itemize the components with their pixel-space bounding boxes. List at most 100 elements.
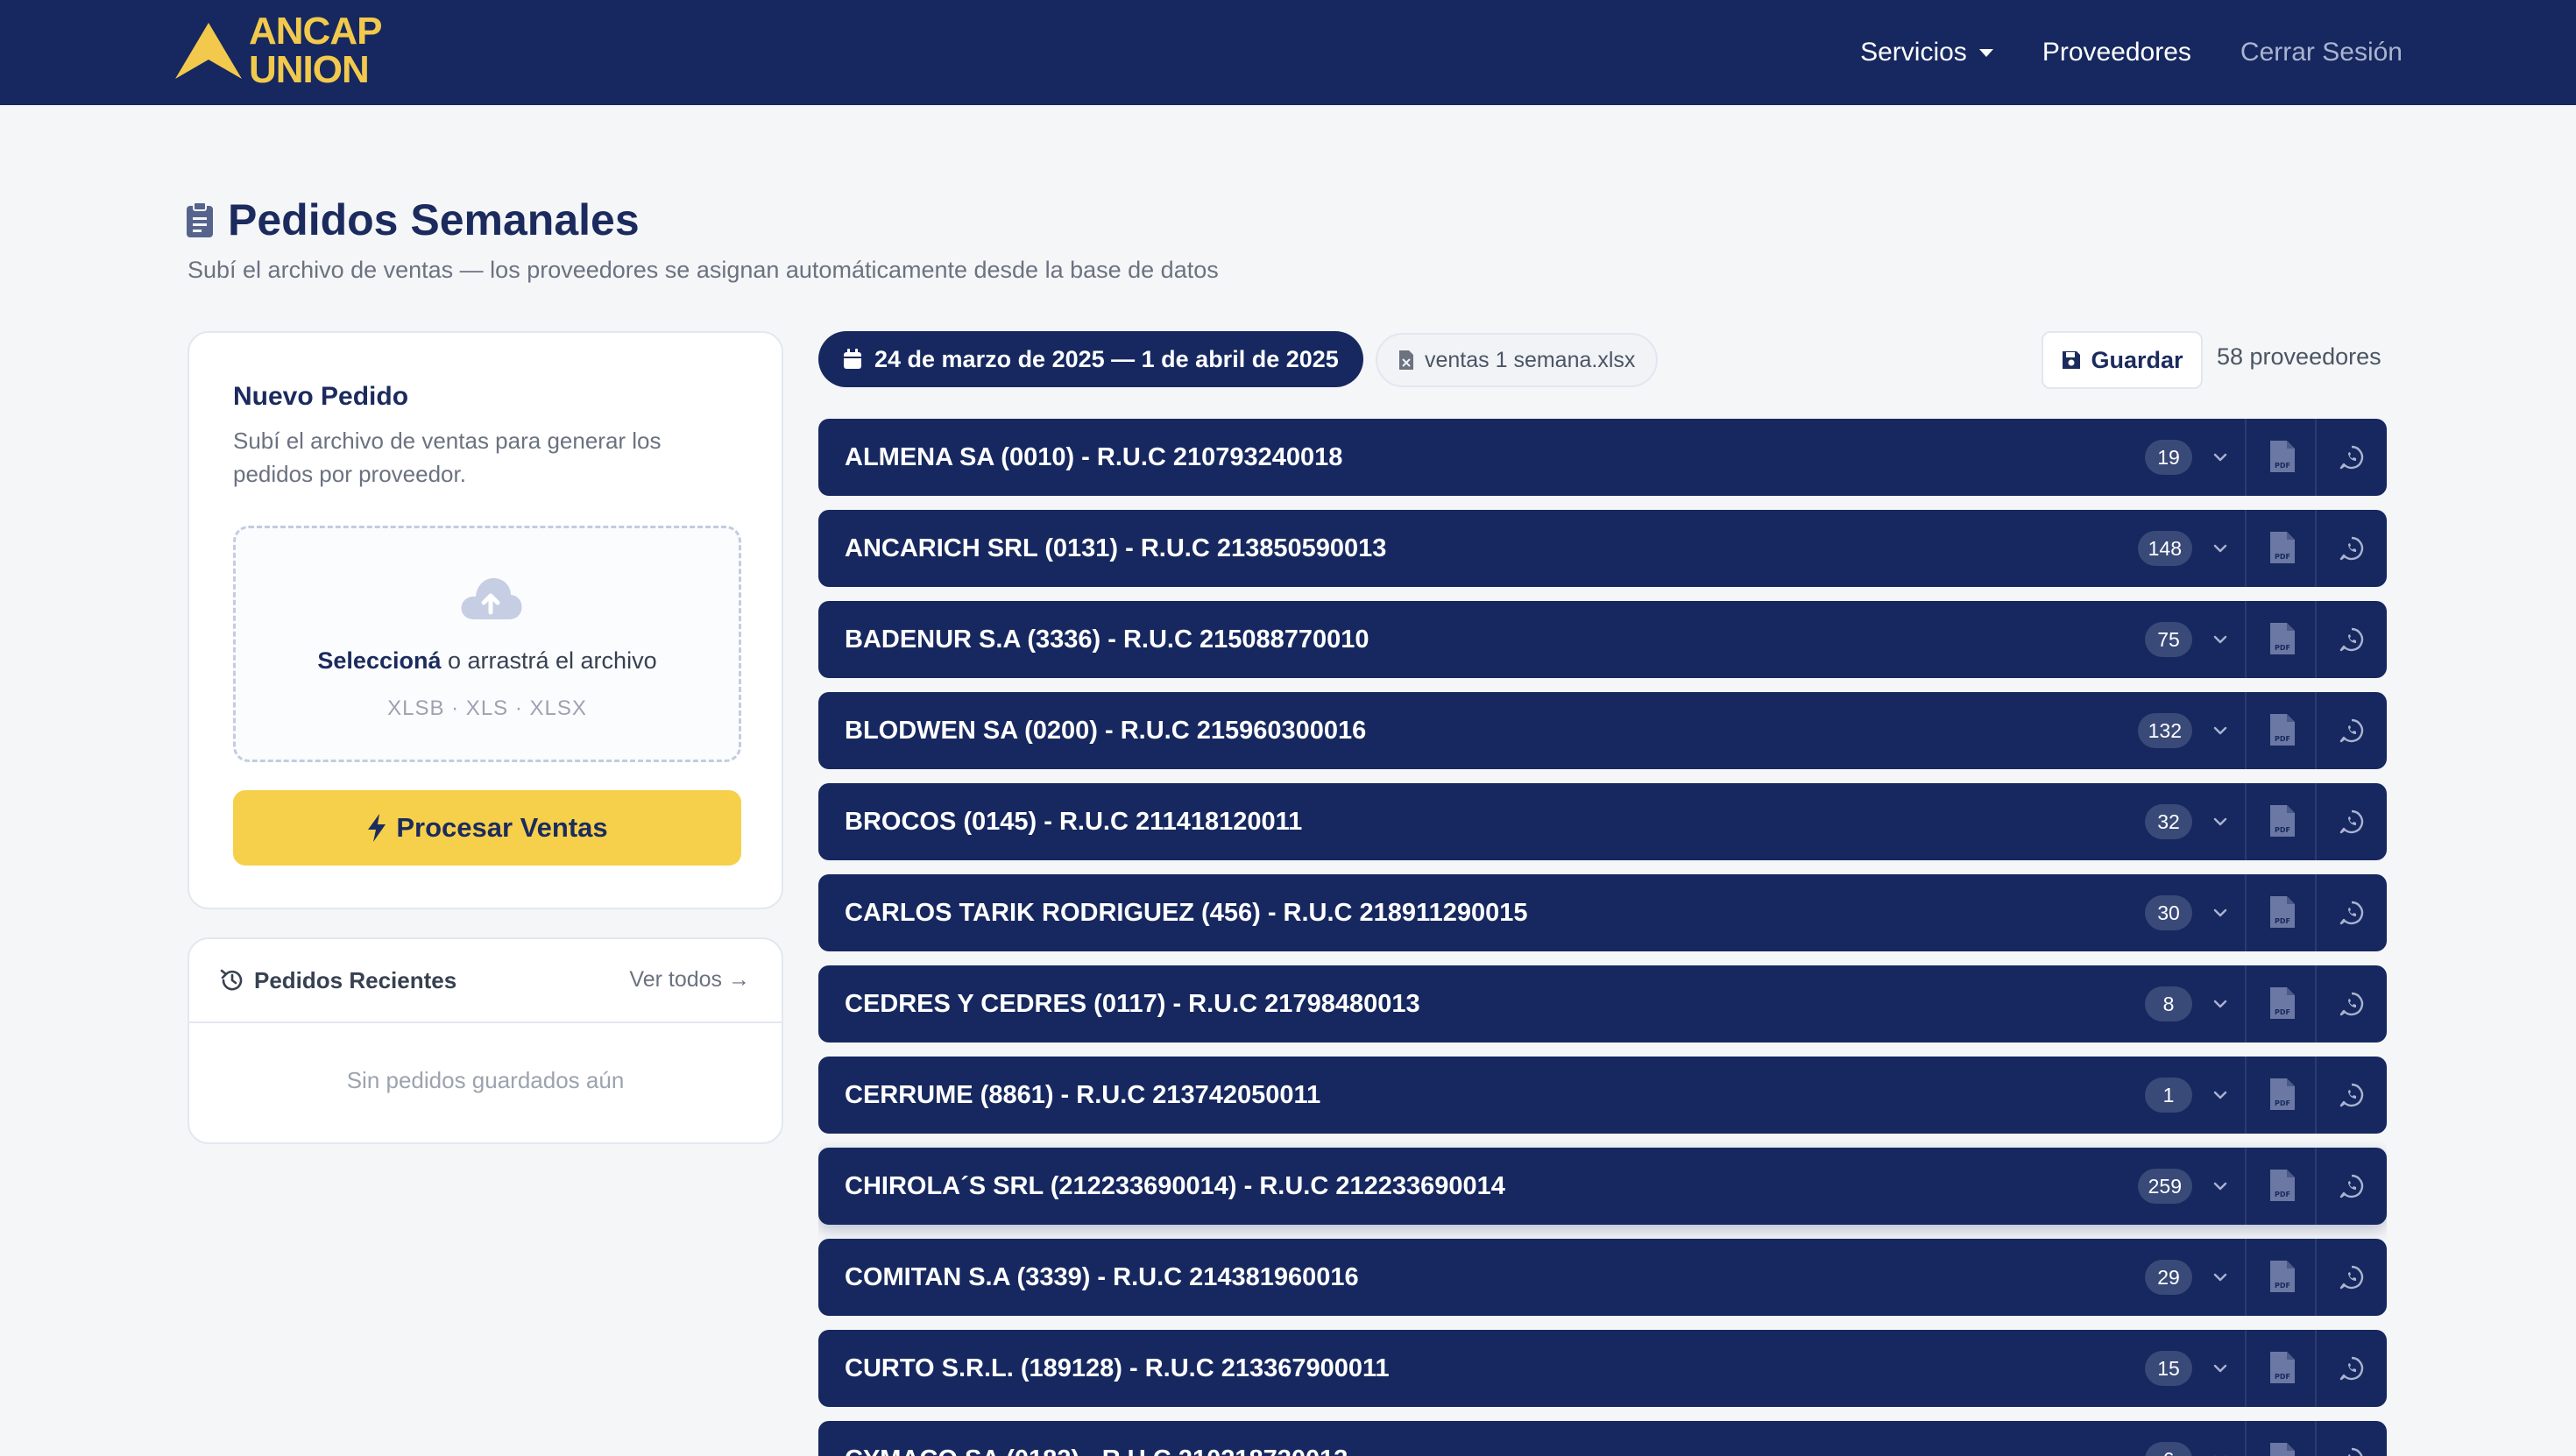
svg-text:PDF: PDF (2275, 1373, 2290, 1381)
nav-services-dropdown[interactable]: Servicios (1860, 38, 1993, 67)
divider (2245, 1057, 2247, 1134)
chevron-down-icon[interactable] (2212, 1086, 2229, 1104)
item-count-badge: 19 (2145, 440, 2192, 475)
dropzone-select-link[interactable]: Seleccioná (317, 647, 441, 674)
whatsapp-icon[interactable] (2339, 536, 2364, 561)
pdf-export-icon[interactable]: PDF (2269, 622, 2296, 655)
pdf-export-icon[interactable]: PDF (2269, 804, 2296, 838)
whatsapp-icon[interactable] (2339, 901, 2364, 925)
logo-line-2: UNION (249, 48, 370, 91)
whatsapp-icon[interactable] (2339, 627, 2364, 652)
item-count-badge: 6 (2145, 1442, 2192, 1456)
file-name-pill: ventas 1 semana.xlsx (1376, 333, 1659, 387)
pdf-export-icon[interactable]: PDF (2269, 895, 2296, 929)
supplier-list: ALMENA SA (0010) - R.U.C 210793240018 19 P… (818, 419, 2387, 1456)
nav-suppliers-link[interactable]: Proveedores (2042, 38, 2191, 67)
file-name-text: ventas 1 semana.xlsx (1425, 347, 1636, 372)
divider (2245, 692, 2247, 769)
new-order-description: Subí el archivo de ventas para generar l… (233, 428, 662, 487)
svg-text:PDF: PDF (2275, 1099, 2290, 1107)
supplier-row[interactable]: CARLOS TARIK RODRIGUEZ (456) - R.U.C 218… (818, 874, 2387, 951)
save-button[interactable]: Guardar (2042, 331, 2203, 389)
pdf-export-icon[interactable]: PDF (2269, 1442, 2296, 1456)
chevron-down-icon[interactable] (2212, 722, 2229, 739)
pdf-export-icon[interactable]: PDF (2269, 713, 2296, 746)
whatsapp-icon[interactable] (2339, 718, 2364, 743)
supplier-row[interactable]: COMITAN S.A (3339) - R.U.C 214381960016 2… (818, 1239, 2387, 1316)
chevron-down-icon[interactable] (2212, 904, 2229, 922)
pdf-export-icon[interactable]: PDF (2269, 1078, 2296, 1111)
whatsapp-icon[interactable] (2339, 1174, 2364, 1198)
whatsapp-icon[interactable] (2339, 1265, 2364, 1290)
pdf-export-icon[interactable]: PDF (2269, 1351, 2296, 1384)
process-sales-button[interactable]: Procesar Ventas (233, 790, 741, 866)
pdf-export-icon[interactable]: PDF (2269, 531, 2296, 564)
nav-services-label: Servicios (1860, 38, 1967, 67)
chevron-down-icon[interactable] (2212, 1451, 2229, 1456)
supplier-row[interactable]: CHIROLA´S SRL (212233690014) - R.U.C 212… (818, 1148, 2387, 1225)
divider (2315, 1148, 2317, 1225)
whatsapp-icon[interactable] (2339, 1356, 2364, 1381)
supplier-row[interactable]: CURTO S.R.L. (189128) - R.U.C 2133679000… (818, 1330, 2387, 1407)
item-count-badge: 15 (2145, 1351, 2192, 1386)
calendar-icon (844, 349, 861, 369)
chevron-down-icon[interactable] (2212, 631, 2229, 648)
supplier-row[interactable]: ANCARICH SRL (0131) - R.U.C 213850590013… (818, 510, 2387, 587)
divider (2315, 965, 2317, 1043)
divider (2245, 510, 2247, 587)
divider (2245, 1421, 2247, 1456)
caret-down-icon (1978, 48, 1993, 57)
chevron-down-icon[interactable] (2212, 995, 2229, 1013)
new-order-title: Nuevo Pedido (233, 382, 409, 411)
pdf-export-icon[interactable]: PDF (2269, 1260, 2296, 1293)
divider (2315, 601, 2317, 678)
excel-file-icon (1399, 350, 1413, 370)
divider (2245, 965, 2247, 1043)
whatsapp-icon[interactable] (2339, 1447, 2364, 1456)
recent-orders-empty-state: Sin pedidos guardados aún (346, 1067, 625, 1093)
supplier-name: CHIROLA´S SRL (212233690014) - R.U.C 212… (845, 1172, 1505, 1200)
chevron-down-icon[interactable] (2212, 813, 2229, 830)
brand-logo[interactable]: ANCAP UNION (173, 12, 382, 91)
date-range-text: 24 de marzo de 2025 — 1 de abril de 2025 (874, 345, 1339, 372)
supplier-name: CERRUME (8861) - R.U.C 213742050011 (845, 1081, 1321, 1109)
file-dropzone[interactable]: Seleccioná o arrastrá el archivo XLSB · … (233, 526, 741, 762)
divider (2315, 1330, 2317, 1407)
supplier-name: ALMENA SA (0010) - R.U.C 210793240018 (845, 443, 1343, 471)
supplier-row[interactable]: BADENUR S.A (3336) - R.U.C 215088770010 7… (818, 601, 2387, 678)
whatsapp-icon[interactable] (2339, 1083, 2364, 1107)
chevron-down-icon[interactable] (2212, 1177, 2229, 1195)
whatsapp-icon[interactable] (2339, 992, 2364, 1016)
supplier-name: BLODWEN SA (0200) - R.U.C 215960300016 (845, 717, 1367, 745)
supplier-row[interactable]: CYMACO SA (0182) - R.U.C 210218730013 6 PD… (818, 1421, 2387, 1456)
supplier-row[interactable]: BROCOS (0145) - R.U.C 211418120011 32 PDF (818, 783, 2387, 860)
supplier-row[interactable]: CEDRES Y CEDRES (0117) - R.U.C 217984800… (818, 965, 2387, 1043)
supplier-count: 58 proveedores (2217, 343, 2381, 370)
divider (2245, 1330, 2247, 1407)
item-count-badge: 1 (2145, 1078, 2192, 1113)
whatsapp-icon[interactable] (2339, 809, 2364, 834)
see-all-link[interactable]: Ver todos → (629, 967, 750, 993)
pdf-export-icon[interactable]: PDF (2269, 440, 2296, 473)
page-heading: Pedidos Semanales (228, 195, 640, 244)
chevron-down-icon[interactable] (2212, 540, 2229, 557)
nav-logout-link[interactable]: Cerrar Sesión (2240, 38, 2403, 67)
history-icon (220, 969, 243, 991)
recent-orders-card: Pedidos Recientes Ver todos → Sin pedido… (188, 937, 783, 1144)
supplier-row[interactable]: BLODWEN SA (0200) - R.U.C 215960300016 13… (818, 692, 2387, 769)
pdf-export-icon[interactable]: PDF (2269, 1169, 2296, 1202)
supplier-row[interactable]: CERRUME (8861) - R.U.C 213742050011 1 PDF (818, 1057, 2387, 1134)
chevron-down-icon[interactable] (2212, 1360, 2229, 1377)
dropzone-drag-text: o arrastrá el archivo (441, 647, 657, 674)
chevron-down-icon[interactable] (2212, 449, 2229, 466)
svg-text:PDF: PDF (2275, 1282, 2290, 1290)
pdf-export-icon[interactable]: PDF (2269, 986, 2296, 1020)
supplier-row[interactable]: ALMENA SA (0010) - R.U.C 210793240018 19 P… (818, 419, 2387, 496)
svg-text:PDF: PDF (2275, 553, 2290, 561)
svg-text:PDF: PDF (2275, 917, 2290, 925)
supplier-name: COMITAN S.A (3339) - R.U.C 214381960016 (845, 1263, 1359, 1291)
chevron-down-icon[interactable] (2212, 1269, 2229, 1286)
page-title: Pedidos Semanales (186, 194, 640, 245)
whatsapp-icon[interactable] (2339, 445, 2364, 470)
floppy-disk-icon (2063, 351, 2081, 369)
